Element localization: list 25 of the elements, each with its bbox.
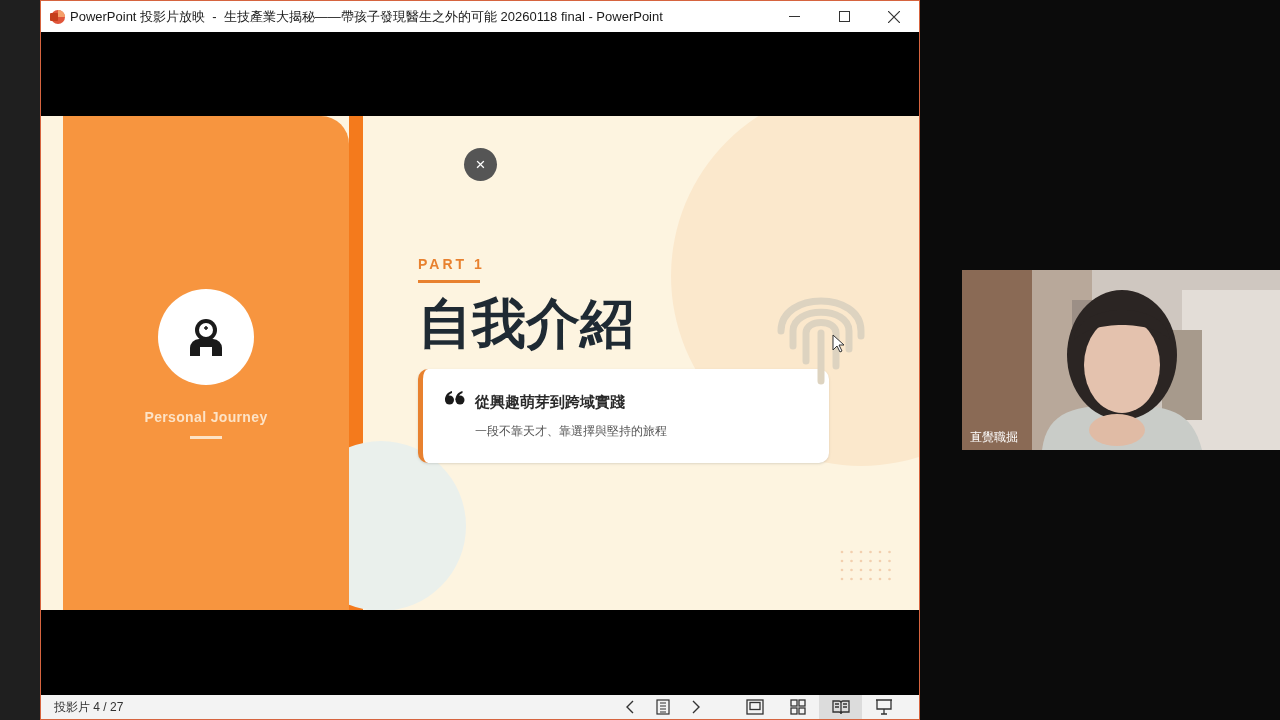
- chevron-right-icon: [692, 700, 700, 714]
- quote-heading: 從興趣萌芽到跨域實踐: [475, 392, 626, 413]
- grid-icon: [789, 699, 806, 715]
- close-slide-button[interactable]: ×: [464, 148, 497, 181]
- dot-pattern-icon: [839, 549, 893, 583]
- presentation-icon: [874, 699, 893, 715]
- chevron-left-icon: [626, 700, 634, 714]
- quote-icon: [445, 391, 465, 406]
- participant-name: 直覺職掘: [970, 429, 1018, 446]
- maximize-icon: [838, 11, 850, 22]
- document-icon: [656, 699, 670, 715]
- astronaut-icon: [188, 318, 224, 356]
- book-icon: [831, 699, 850, 715]
- normal-view-icon: [745, 699, 764, 715]
- quote-text: 一段不靠天才、靠選擇與堅持的旅程: [475, 422, 667, 440]
- mouse-pointer-icon: [832, 334, 845, 353]
- subtitle: Personal Journey: [144, 408, 268, 427]
- view-button[interactable]: [819, 695, 862, 719]
- slide-title: 自我介紹: [418, 291, 634, 355]
- minimize-icon: [788, 15, 800, 18]
- close-icon: [888, 10, 900, 23]
- part-label: PART 1: [418, 256, 485, 274]
- window-title: PowerPoint 投影片放映 - 生技產業大揭秘——帶孩子發現醫生之外的可能 20260118 final - PowerPoint: [70, 7, 663, 26]
- slide-counter: 投影片 4 / 27: [54, 699, 124, 716]
- powerpoint-logo-icon: [49, 8, 65, 25]
